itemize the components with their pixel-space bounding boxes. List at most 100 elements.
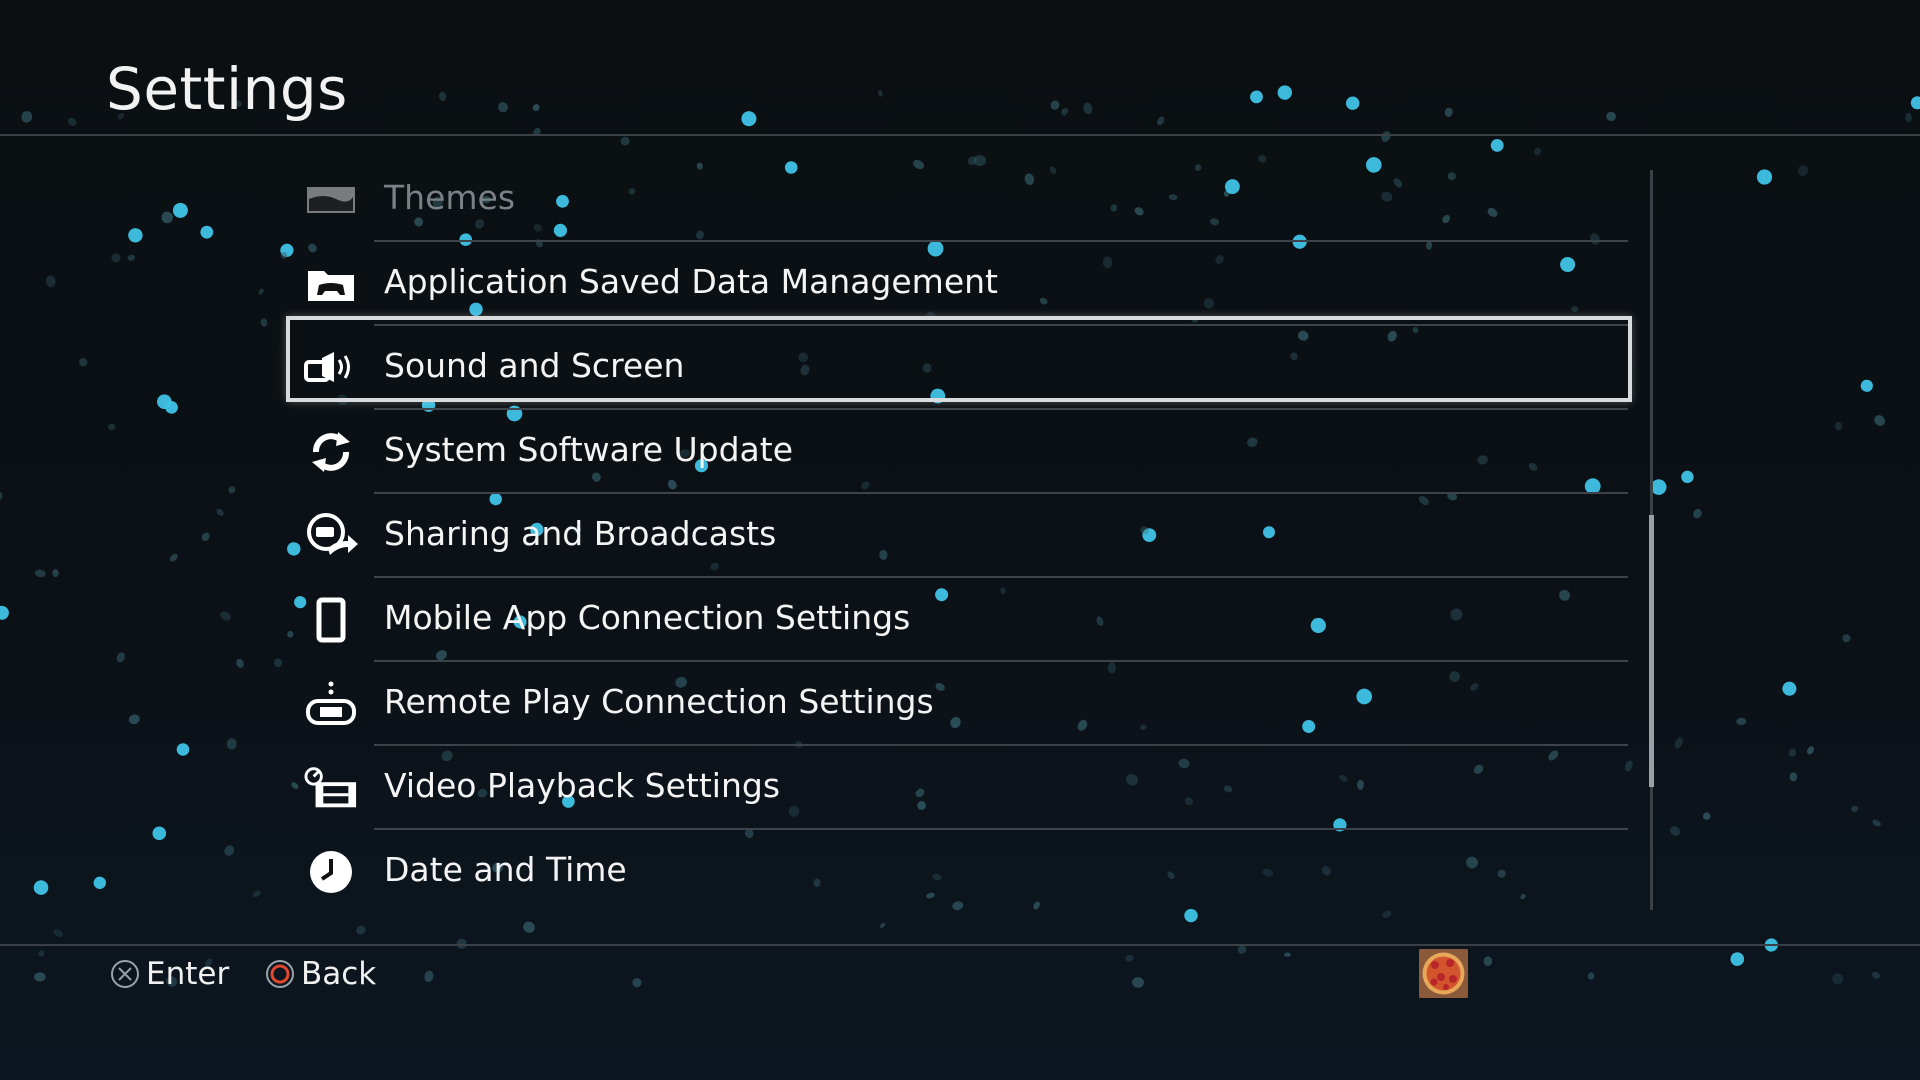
particle bbox=[1834, 421, 1843, 431]
remote-play-icon bbox=[304, 678, 358, 730]
particle bbox=[1797, 165, 1809, 176]
particle bbox=[1250, 90, 1263, 104]
particle bbox=[45, 275, 56, 288]
particle bbox=[1533, 147, 1542, 156]
particle bbox=[1674, 737, 1683, 749]
particle bbox=[523, 921, 535, 933]
particle bbox=[1905, 112, 1912, 122]
particle bbox=[438, 91, 447, 102]
footer-divider bbox=[0, 944, 1920, 946]
particle bbox=[1693, 508, 1702, 519]
particle bbox=[879, 922, 886, 928]
cross-button-icon bbox=[111, 960, 139, 988]
saved-data-folder-icon bbox=[304, 258, 358, 310]
particle bbox=[128, 714, 140, 725]
back-label: Back bbox=[301, 956, 377, 992]
share-broadcast-icon bbox=[304, 510, 358, 562]
back-hint[interactable]: Back bbox=[265, 956, 376, 992]
particle bbox=[176, 743, 190, 756]
update-arrows-icon bbox=[304, 426, 358, 478]
particle bbox=[1910, 96, 1920, 110]
particle bbox=[1851, 805, 1859, 812]
particle bbox=[1157, 116, 1165, 126]
menu-item-label: System Software Update bbox=[384, 430, 794, 469]
particle bbox=[34, 569, 46, 578]
enter-label: Enter bbox=[146, 956, 230, 992]
menu-item-themes[interactable]: Themes bbox=[284, 158, 1634, 242]
particle bbox=[258, 288, 264, 295]
enter-hint[interactable]: Enter bbox=[110, 956, 229, 992]
particle bbox=[273, 658, 283, 667]
particle bbox=[1736, 717, 1747, 726]
particle bbox=[1756, 169, 1773, 185]
particle bbox=[161, 211, 173, 224]
particle bbox=[1703, 812, 1711, 820]
pizza-avatar-icon[interactable] bbox=[1419, 949, 1468, 998]
particle bbox=[169, 553, 178, 562]
particle bbox=[498, 102, 508, 113]
particle bbox=[1806, 746, 1815, 755]
particle bbox=[878, 90, 883, 97]
particle bbox=[1872, 819, 1881, 827]
menu-item-date-time[interactable]: Date and Time bbox=[284, 830, 1634, 914]
menu-item-video-playback[interactable]: Video Playback Settings bbox=[284, 746, 1634, 830]
particle bbox=[1874, 415, 1885, 426]
particle bbox=[228, 486, 236, 494]
particle bbox=[1083, 102, 1093, 115]
particle bbox=[0, 605, 9, 620]
menu-item-mobile-app[interactable]: Mobile App Connection Settings bbox=[284, 578, 1634, 662]
particle bbox=[532, 104, 540, 112]
selection-highlight bbox=[286, 316, 1632, 402]
particle bbox=[93, 876, 107, 889]
particle bbox=[0, 491, 3, 500]
circle-button-icon bbox=[266, 960, 294, 988]
particle bbox=[79, 358, 88, 367]
menu-item-label: Date and Time bbox=[384, 850, 627, 889]
particle bbox=[1842, 634, 1851, 643]
particle bbox=[260, 318, 268, 327]
particle bbox=[1277, 85, 1293, 100]
particle bbox=[741, 111, 757, 127]
video-playback-icon bbox=[304, 762, 358, 814]
particle bbox=[252, 890, 261, 898]
particle bbox=[356, 925, 366, 935]
particle bbox=[52, 569, 59, 578]
menu-item-label: Remote Play Connection Settings bbox=[384, 682, 934, 721]
particle bbox=[1381, 131, 1391, 142]
menu-item-saved-data[interactable]: Application Saved Data Management bbox=[284, 242, 1634, 326]
particle bbox=[1345, 96, 1360, 110]
particle bbox=[1788, 748, 1797, 757]
particle bbox=[1670, 826, 1681, 837]
particle bbox=[128, 228, 143, 243]
mobile-phone-icon bbox=[304, 594, 358, 646]
particle bbox=[1860, 379, 1873, 392]
menu-item-label: Video Playback Settings bbox=[384, 766, 781, 805]
particle bbox=[620, 136, 630, 146]
menu-item-label: Themes bbox=[384, 178, 516, 217]
menu-item-label: Mobile App Connection Settings bbox=[384, 598, 911, 637]
particle bbox=[220, 611, 231, 621]
particle bbox=[216, 508, 224, 516]
settings-menu: Themes Application Saved Data Management… bbox=[284, 158, 1634, 914]
particle bbox=[67, 117, 77, 127]
particle bbox=[127, 254, 135, 261]
particle bbox=[1490, 138, 1504, 152]
particle bbox=[200, 225, 214, 239]
particle bbox=[1061, 107, 1069, 116]
page-title: Settings bbox=[106, 55, 348, 123]
particle bbox=[1050, 100, 1060, 110]
particle bbox=[152, 826, 167, 841]
particle bbox=[224, 845, 235, 856]
particle bbox=[236, 658, 244, 668]
particle bbox=[111, 253, 121, 263]
menu-item-system-update[interactable]: System Software Update bbox=[284, 410, 1634, 494]
particle bbox=[172, 202, 188, 218]
particle bbox=[21, 111, 33, 123]
scrollbar-thumb[interactable] bbox=[1649, 515, 1654, 787]
menu-item-label: Sharing and Broadcasts bbox=[384, 514, 777, 553]
header-divider bbox=[0, 134, 1920, 136]
menu-item-remote-play[interactable]: Remote Play Connection Settings bbox=[284, 662, 1634, 746]
particle bbox=[33, 880, 49, 895]
menu-item-sharing[interactable]: Sharing and Broadcasts bbox=[284, 494, 1634, 578]
button-hints-bar: Enter Back bbox=[0, 948, 1920, 1000]
